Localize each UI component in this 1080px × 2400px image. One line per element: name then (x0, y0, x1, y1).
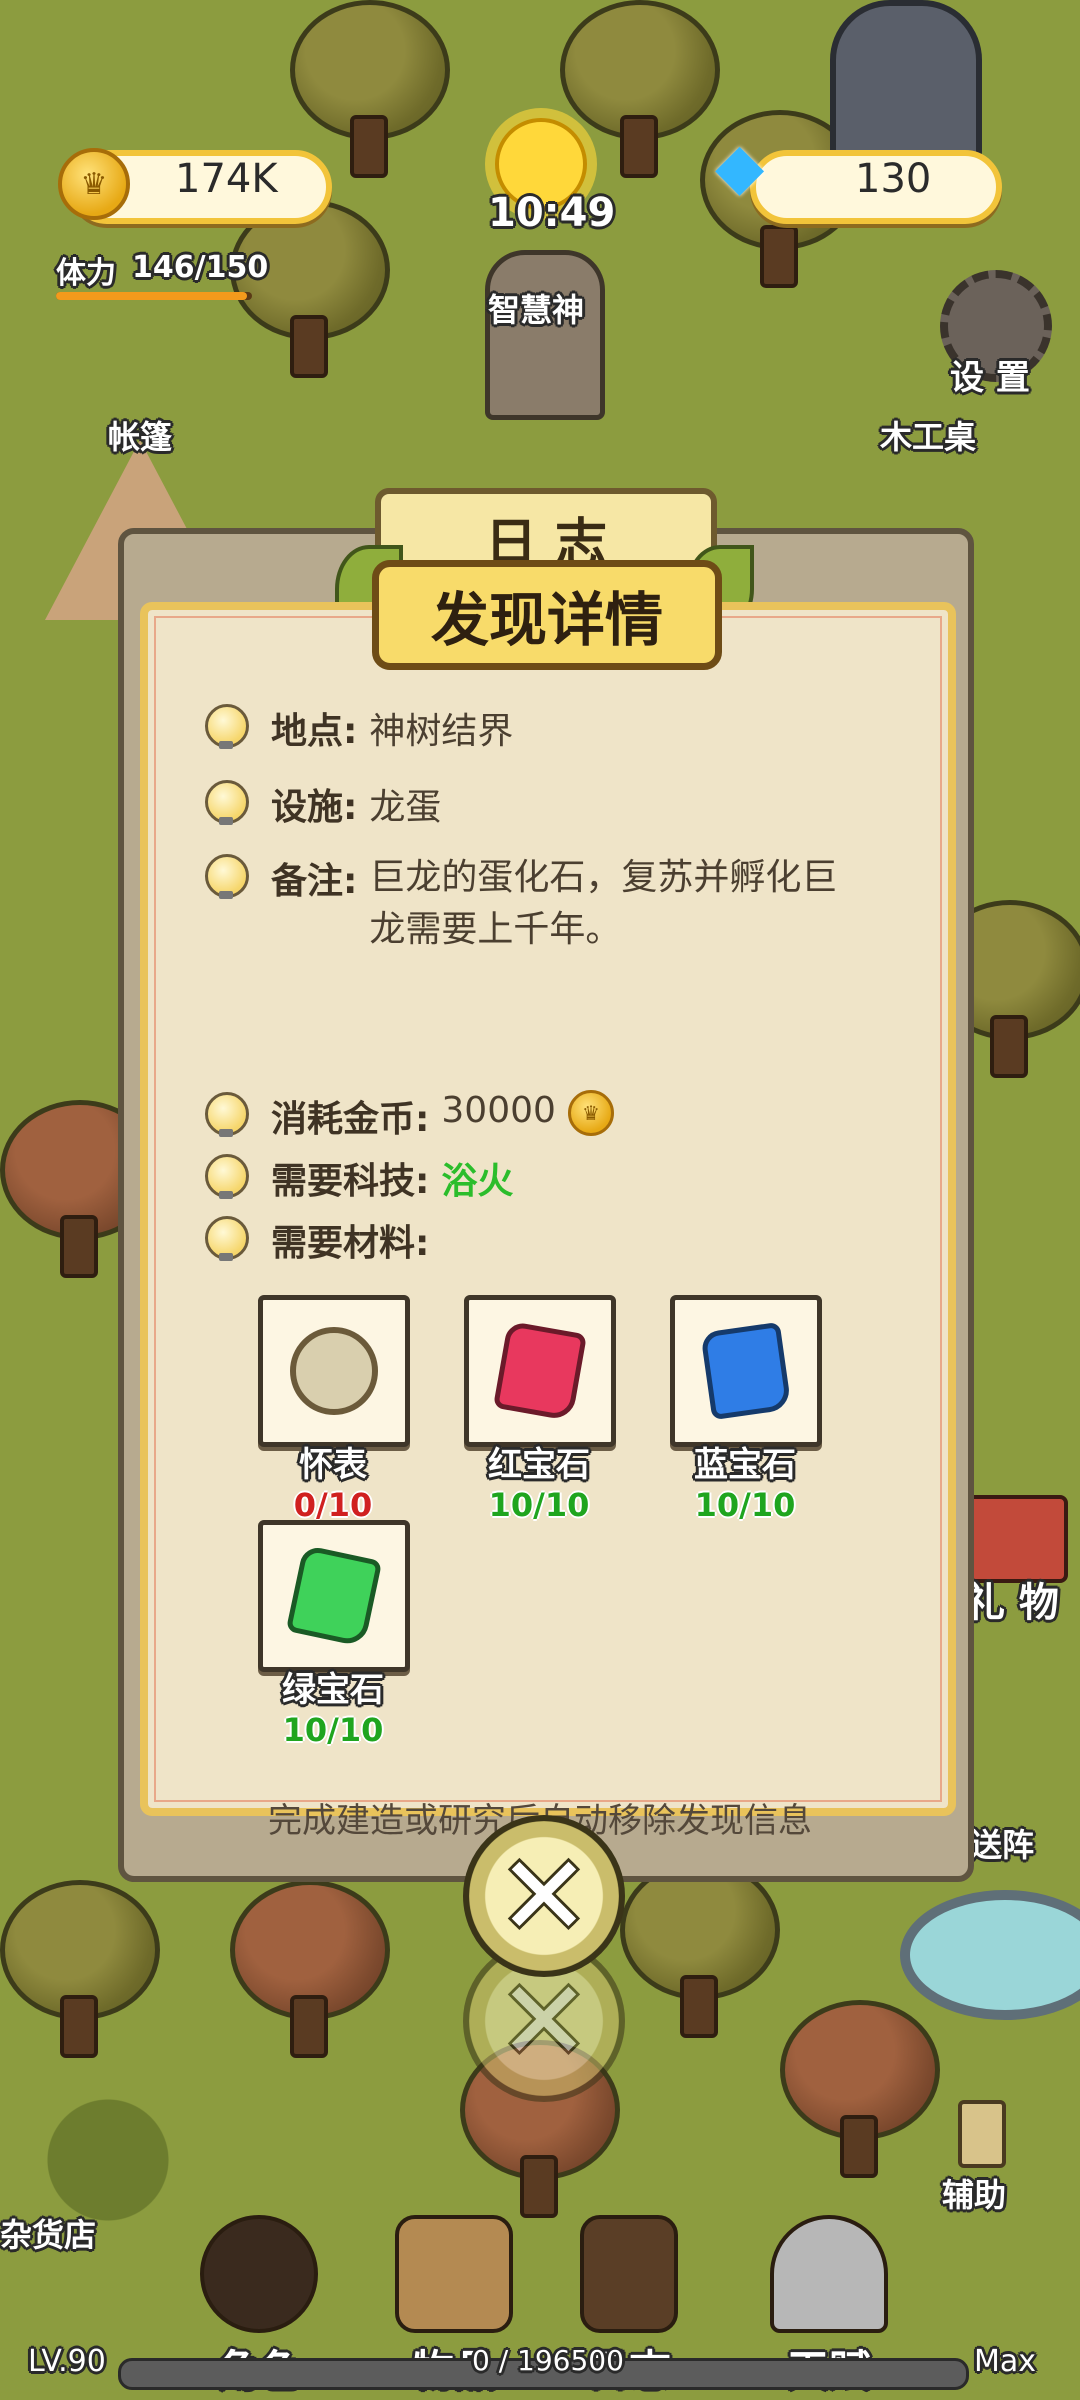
assist-label[interactable]: 辅助 (942, 2170, 1006, 2216)
portal-label: 送阵 (970, 1826, 1035, 1864)
tree (290, 0, 450, 178)
note-key: 备注: (271, 861, 358, 902)
facility-row: 设施: 龙蛋 (205, 778, 441, 830)
material-name: 怀表 (299, 1445, 367, 1485)
xp-progress: 0 / 196500 (472, 2344, 624, 2377)
material-count: 10/10 (282, 1711, 384, 1749)
material-count: 10/10 (488, 1486, 590, 1524)
material-slot[interactable] (258, 1520, 410, 1672)
emerald-icon (285, 1544, 383, 1648)
location-value: 神树结界 (369, 711, 514, 752)
cost-key: 消耗金币: (271, 1099, 430, 1140)
note-row: 备注: 巨龙的蛋化石，复苏并孵化巨龙需要上千年。 (205, 852, 849, 956)
tech-key: 需要科技: (271, 1161, 430, 1202)
material-name: 绿宝石 (282, 1670, 384, 1710)
winged-sword-icon (770, 2215, 888, 2333)
lightbulb-icon (205, 1092, 249, 1137)
tech-row: 需要科技: 浴火 (205, 1152, 513, 1204)
stamina-value: 146/150 (132, 250, 269, 285)
material-slot[interactable] (464, 1295, 616, 1447)
facility-key: 设施: (271, 787, 358, 828)
lightbulb-icon (205, 704, 249, 749)
tree (780, 2000, 940, 2178)
xp-max-label: Max (974, 2344, 1037, 2379)
material-name: 红宝石 (488, 1445, 590, 1485)
location-key: 地点: (271, 711, 358, 752)
stamina-label: 体力 (56, 256, 116, 291)
stamina-bar (56, 292, 252, 300)
location-row: 地点: 神树结界 (205, 702, 513, 754)
settings-label[interactable]: 设 置 (950, 350, 1030, 399)
lightbulb-icon (205, 854, 249, 899)
material-sapphire[interactable]: 蓝宝石 10/10 (670, 1295, 822, 1524)
coin-icon: ♛ (567, 1090, 614, 1136)
close-details-button[interactable]: ✕ (463, 1815, 625, 1977)
tree (230, 1880, 390, 2058)
tree (230, 200, 390, 378)
material-emerald[interactable]: 绿宝石 10/10 (258, 1520, 410, 1749)
player-level: LV.90 (28, 2344, 106, 2379)
journal-book-icon (580, 2215, 678, 2333)
material-count: 10/10 (694, 1486, 796, 1524)
materials-key: 需要材料: (271, 1223, 430, 1264)
furnace[interactable] (830, 0, 982, 162)
gem-value: 130 (855, 156, 932, 202)
material-ruby[interactable]: 红宝石 10/10 (464, 1295, 616, 1524)
discovery-title: 发现详情 (372, 560, 722, 670)
wisdom-statue[interactable] (485, 250, 605, 420)
materials-row: 需要材料: (205, 1214, 441, 1266)
material-slot[interactable] (670, 1295, 822, 1447)
material-slot[interactable] (258, 1295, 410, 1447)
sapphire-icon (700, 1321, 792, 1421)
tent-label: 帐篷 (108, 418, 173, 456)
cost-row: 消耗金币: 30000 ♛ (205, 1090, 614, 1142)
shop-label[interactable]: 杂货店 (0, 2210, 96, 2256)
backpack-icon (395, 2215, 513, 2333)
material-name: 蓝宝石 (694, 1445, 796, 1485)
coin-value: 174K (175, 156, 278, 202)
workbench-label: 木工桌 (880, 418, 977, 456)
lightbulb-icon (205, 1216, 249, 1261)
material-pocket-watch[interactable]: 怀表 0/10 (258, 1295, 410, 1524)
pocket-watch-icon (290, 1327, 378, 1415)
diamond-icon: ◆ (715, 130, 765, 204)
game-clock: 10:49 (488, 190, 616, 236)
tree (0, 1880, 160, 2058)
stamina-bar-fill (56, 292, 247, 300)
coin-icon: ♛ (58, 148, 130, 220)
ruby-icon (492, 1320, 588, 1422)
cost-value: 30000 (441, 1090, 556, 1131)
material-count: 0/10 (293, 1486, 373, 1524)
statue-label: 智慧神 (488, 291, 585, 329)
note-value: 巨龙的蛋化石，复苏并孵化巨龙需要上千年。 (369, 857, 838, 950)
character-icon (200, 2215, 318, 2333)
gift-label[interactable]: 礼 物 (965, 1570, 1059, 1628)
facility-value: 龙蛋 (369, 787, 442, 828)
tech-value[interactable]: 浴火 (441, 1152, 513, 1204)
tree (620, 1860, 780, 2038)
lightbulb-icon (205, 1154, 249, 1199)
hourglass-icon[interactable] (958, 2100, 1006, 2168)
lightbulb-icon (205, 780, 249, 825)
